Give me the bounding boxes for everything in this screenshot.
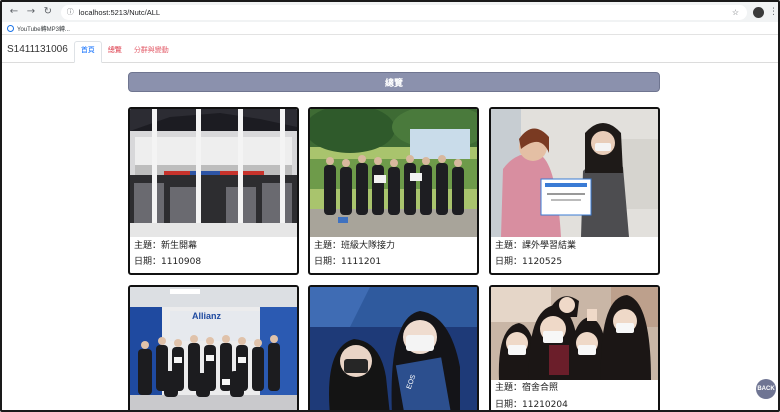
back-button[interactable]: BACK [756, 379, 776, 399]
card-date: 日期：11210204 [495, 400, 568, 410]
card-photo [491, 287, 658, 380]
card-theme: 主題：課外學習結業 [495, 241, 577, 251]
photo-card[interactable]: 主題：班級大隊接力 日期：1111201 [308, 107, 479, 275]
card-photo: Allianz [130, 287, 297, 410]
card-date: 日期：1120525 [495, 257, 563, 267]
url-field[interactable]: ⓘ localhost:5213/Nutc/ALL ☆ [60, 4, 748, 20]
photo-card[interactable]: Allianz [128, 285, 299, 410]
bookmark-star-icon[interactable]: ☆ [732, 8, 739, 17]
photo-card[interactable]: EOS [308, 285, 479, 410]
bookmark-favicon-icon [7, 24, 14, 32]
card-theme: 主題：班級大隊接力 [314, 241, 396, 251]
reload-icon[interactable]: ↻ [41, 5, 55, 19]
site-navbar: S1411131006 首頁 總覽 分群與變動 [2, 36, 778, 63]
url-text: localhost:5213/Nutc/ALL [78, 7, 161, 17]
card-photo [130, 109, 297, 237]
card-theme: 主題：新生開幕 [134, 241, 198, 251]
card-theme: 主題：宿舍合照 [495, 383, 559, 393]
profile-avatar[interactable] [753, 6, 764, 18]
page-title: 總覽 [384, 78, 403, 89]
tab-home[interactable]: 首頁 [73, 41, 102, 63]
card-photo [491, 109, 658, 237]
card-photo [310, 109, 477, 237]
photo-card[interactable]: 主題：新生開幕 日期：1110908 [128, 107, 299, 275]
svg-text:Allianz: Allianz [192, 311, 222, 321]
card-date: 日期：1110908 [134, 257, 202, 267]
menu-dots-icon[interactable]: ⋮ [769, 7, 778, 17]
address-bar: ← → ↻ ⓘ localhost:5213/Nutc/ALL ☆ ⋮ [2, 2, 778, 22]
page-title-bar: 總覽 [128, 72, 660, 92]
bookmark-bar: YouTube轉MP3轉... [2, 22, 778, 35]
photo-card[interactable]: 主題：宿舍合照 日期：11210204 [489, 285, 660, 410]
site-info-icon[interactable]: ⓘ [67, 7, 74, 17]
tab-groups[interactable]: 分群與變動 [128, 40, 175, 62]
site-brand[interactable]: S1411131006 [2, 45, 74, 62]
photo-card[interactable]: 主題：課外學習結業 日期：1120525 [489, 107, 660, 275]
forward-arrow-icon[interactable]: → [24, 5, 38, 19]
browser-window: ← → ↻ ⓘ localhost:5213/Nutc/ALL ☆ ⋮ YouT… [0, 0, 780, 412]
tab-overview[interactable]: 總覽 [102, 40, 128, 62]
bookmark-link[interactable]: YouTube轉MP3轉... [17, 24, 70, 33]
back-arrow-icon[interactable]: ← [7, 5, 21, 19]
card-date: 日期：1111201 [314, 257, 382, 267]
card-photo: EOS [310, 287, 477, 410]
